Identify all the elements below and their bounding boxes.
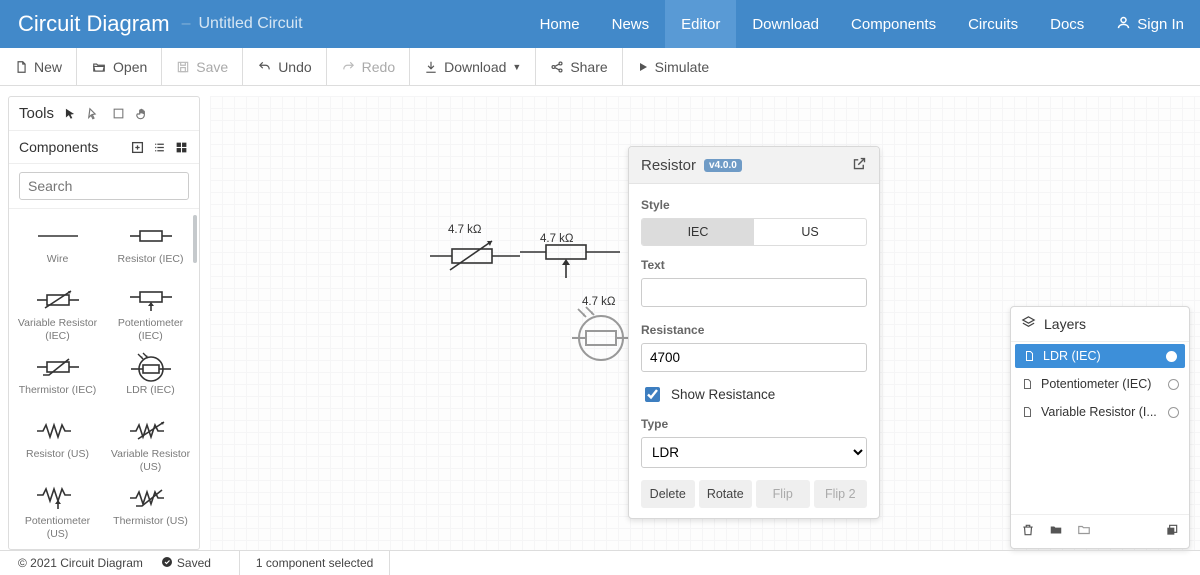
nav-home[interactable]: Home — [524, 0, 596, 48]
palette-potentiometer-us[interactable]: Potentiometer (US) — [11, 477, 104, 544]
nav-signin[interactable]: Sign In — [1100, 0, 1200, 48]
style-toggle[interactable]: IEC US — [641, 218, 867, 246]
popout-icon[interactable] — [852, 156, 867, 174]
component-label: 4.7 kΩ — [448, 224, 482, 236]
save-button[interactable]: Save — [162, 48, 243, 85]
palette-item[interactable] — [104, 545, 197, 549]
properties-title: Resistor — [641, 157, 696, 174]
text-input[interactable] — [641, 278, 867, 307]
palette-variable-resistor-iec[interactable]: Variable Resistor (IEC) — [11, 279, 104, 346]
component-palette: Wire Resistor (IEC) Variable Resistor (I… — [9, 209, 199, 549]
palette-variable-resistor-us[interactable]: Variable Resistor (US) — [104, 410, 197, 477]
list-view-icon[interactable] — [151, 139, 167, 155]
style-iec[interactable]: IEC — [642, 219, 754, 245]
show-resistance-checkbox[interactable] — [645, 387, 660, 402]
doc-title: –Untitled Circuit — [182, 15, 303, 33]
palette-thermistor-us[interactable]: Thermistor (US) — [104, 477, 197, 544]
new-button[interactable]: New — [0, 48, 77, 85]
nav-docs[interactable]: Docs — [1034, 0, 1100, 48]
palette-resistor-us[interactable]: Resistor (US) — [11, 410, 104, 477]
caret-down-icon: ▼ — [512, 62, 521, 72]
copyright: © 2021 Circuit Diagram — [18, 556, 143, 570]
grid-view-icon[interactable] — [173, 139, 189, 155]
flip-button[interactable]: Flip — [756, 480, 810, 508]
layer-item-potentiometer[interactable]: Potentiometer (IEC) — [1011, 370, 1189, 398]
top-nav: Circuit Diagram –Untitled Circuit Home N… — [0, 0, 1200, 48]
layers-title: Layers — [1044, 316, 1086, 332]
open-button[interactable]: Open — [77, 48, 162, 85]
palette-resistor-iec[interactable]: Resistor (IEC) — [104, 215, 197, 279]
selection-status: 1 component selected — [240, 551, 390, 575]
component-label: 4.7 kΩ — [540, 233, 574, 245]
duplicate-icon[interactable] — [1165, 523, 1179, 540]
download-button[interactable]: Download ▼ — [410, 48, 536, 85]
style-label: Style — [641, 198, 867, 212]
trash-icon[interactable] — [1021, 523, 1035, 540]
pointer-tool-icon[interactable] — [62, 106, 78, 122]
add-view-icon[interactable] — [129, 139, 145, 155]
folder-outline-icon[interactable] — [1077, 523, 1091, 540]
type-select[interactable]: LDR — [641, 437, 867, 468]
nav-download[interactable]: Download — [736, 0, 835, 48]
component-variable-resistor[interactable] — [430, 236, 520, 279]
layer-item-ldr[interactable]: LDR (IEC) — [1015, 344, 1185, 368]
rect-tool-icon[interactable] — [110, 106, 126, 122]
tools-title: Tools — [19, 105, 54, 122]
components-title: Components — [19, 139, 129, 155]
resistance-input[interactable] — [641, 343, 867, 372]
component-ldr[interactable] — [568, 305, 634, 364]
layer-item-variable-resistor[interactable]: Variable Resistor (I... — [1011, 398, 1189, 426]
saved-label: Saved — [177, 556, 211, 570]
resistance-label: Resistance — [641, 323, 867, 337]
left-panel: Tools Components Wire — [8, 96, 200, 550]
pan-tool-icon[interactable] — [134, 106, 150, 122]
undo-button[interactable]: Undo — [243, 48, 326, 85]
component-label: 4.7 kΩ — [582, 296, 616, 308]
nav-news[interactable]: News — [596, 0, 666, 48]
show-resistance-label: Show Resistance — [671, 387, 775, 402]
style-us[interactable]: US — [754, 219, 866, 245]
properties-panel: Resistor v4.0.0 Style IEC US Text Resist… — [628, 146, 880, 519]
text-label: Text — [641, 258, 867, 272]
palette-item[interactable] — [11, 545, 104, 549]
palette-ldr-iec[interactable]: LDR (IEC) — [104, 346, 197, 410]
type-label: Type — [641, 417, 867, 431]
flip2-button[interactable]: Flip 2 — [814, 480, 868, 508]
nav-circuits[interactable]: Circuits — [952, 0, 1034, 48]
palette-potentiometer-iec[interactable]: Potentiometer (IEC) — [104, 279, 197, 346]
user-icon — [1116, 15, 1131, 34]
scrollbar[interactable] — [193, 215, 197, 263]
pen-tool-icon[interactable] — [86, 106, 102, 122]
rotate-button[interactable]: Rotate — [699, 480, 753, 508]
saved-icon — [161, 556, 173, 571]
signin-label: Sign In — [1137, 16, 1184, 33]
version-badge: v4.0.0 — [704, 159, 742, 172]
redo-button[interactable]: Redo — [327, 48, 410, 85]
status-bar: © 2021 Circuit Diagram Saved 1 component… — [0, 550, 1200, 575]
delete-button[interactable]: Delete — [641, 480, 695, 508]
brand: Circuit Diagram — [18, 11, 170, 37]
layers-icon — [1021, 315, 1036, 333]
nav-components[interactable]: Components — [835, 0, 952, 48]
palette-thermistor-iec[interactable]: Thermistor (IEC) — [11, 346, 104, 410]
nav-editor[interactable]: Editor — [665, 0, 736, 48]
toolbar: New Open Save Undo Redo Download ▼ Share… — [0, 48, 1200, 86]
palette-wire[interactable]: Wire — [11, 215, 104, 279]
share-button[interactable]: Share — [536, 48, 622, 85]
search-input[interactable] — [19, 172, 189, 200]
folder-icon[interactable] — [1049, 523, 1063, 540]
layers-panel: Layers LDR (IEC) Potentiometer (IEC) Var… — [1010, 306, 1190, 549]
simulate-button[interactable]: Simulate — [623, 48, 723, 85]
